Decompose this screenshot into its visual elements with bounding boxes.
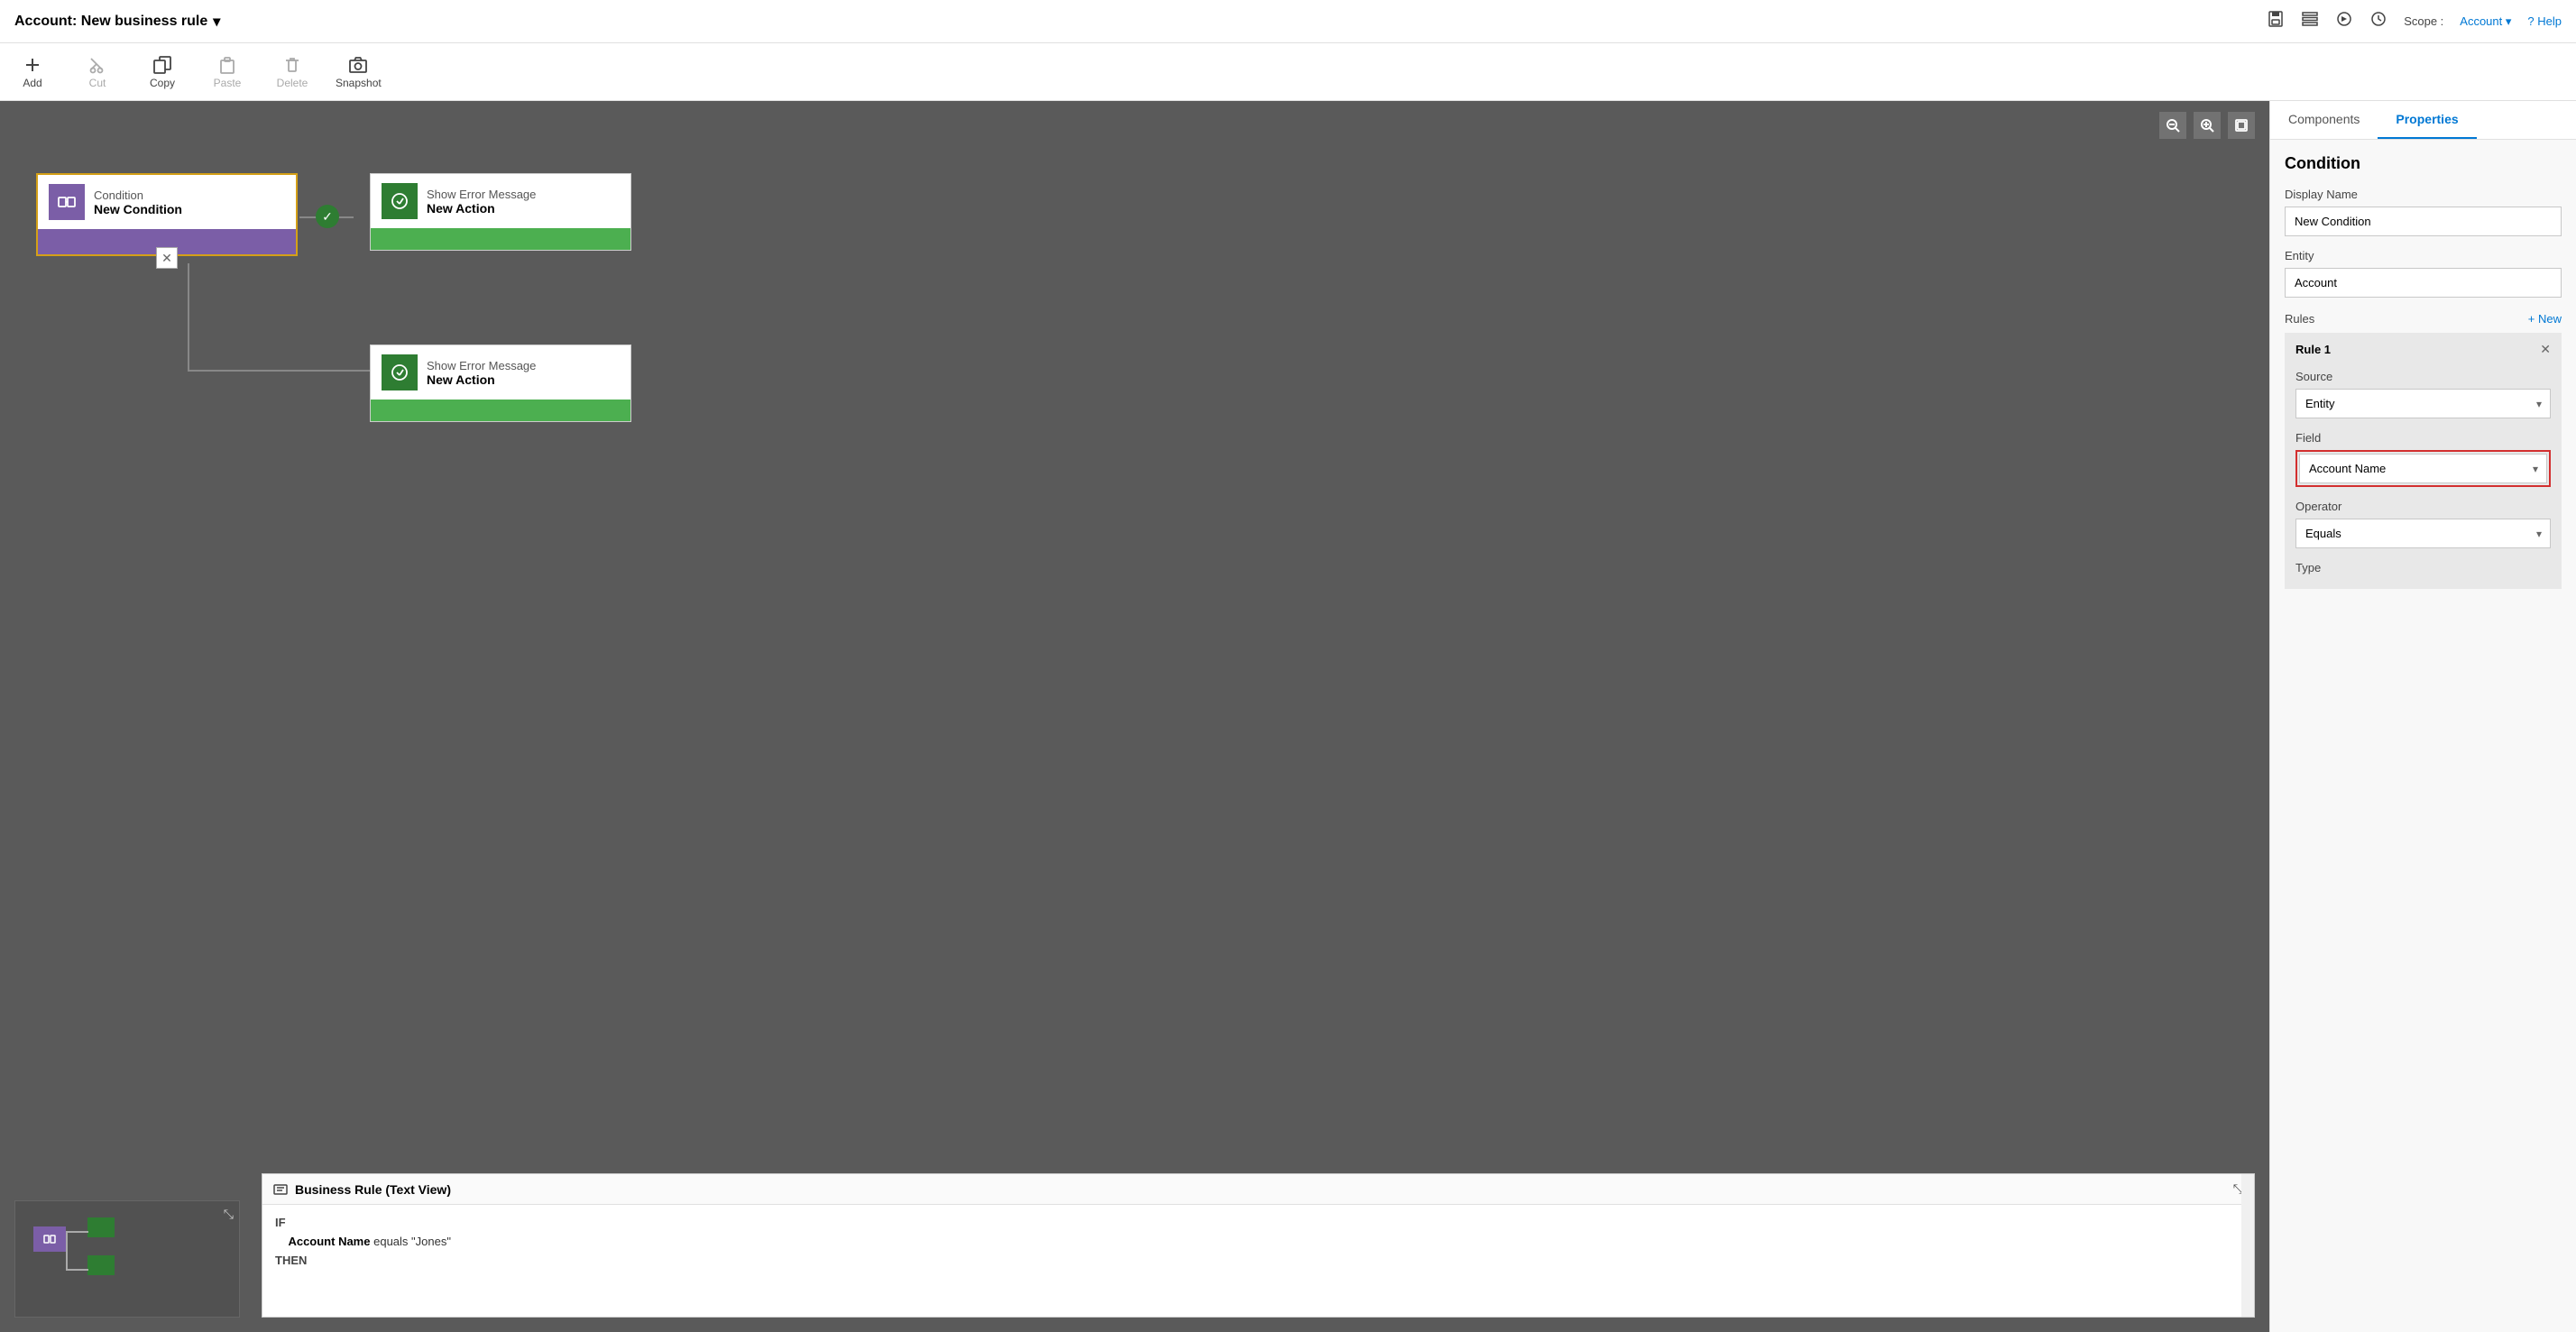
action-false-bar [371,400,630,421]
mini-action-false-node [87,1255,115,1275]
connector-true: ✓ [299,216,354,218]
snapshot-label: Snapshot [336,77,382,89]
operator-select[interactable]: Equals [2295,519,2551,548]
delete-button[interactable]: Delete [271,55,314,89]
rules-header: Rules + New [2285,312,2562,326]
snapshot-button[interactable]: Snapshot [336,55,382,89]
text-view-scrollbar[interactable] [2241,1174,2254,1317]
entity-input[interactable] [2285,268,2562,298]
condition-delete-button[interactable]: ✕ [156,247,178,269]
title-bar: Account: New business rule ▾ [0,0,2576,43]
text-view-body: IF Account Name equals "Jones" THEN [262,1205,2254,1279]
text-view-icon [273,1182,288,1197]
title-left: Account: New business rule ▾ [14,13,220,31]
action-true-node[interactable]: Show Error Message New Action [370,173,631,251]
operator-select-wrapper: Equals ▾ [2295,519,2551,548]
fit-view-button[interactable] [2228,112,2255,139]
action-true-icon [382,183,418,219]
new-rule-link[interactable]: + New [2528,312,2562,326]
then-keyword: THEN [275,1254,307,1267]
field-select-wrapper: Account Name ▾ [2295,450,2551,487]
condition-node[interactable]: Condition New Condition ✕ [36,173,298,256]
cut-button[interactable]: Cut [76,55,119,89]
entity-label: Entity [2285,249,2562,262]
condition-text: Account Name [288,1235,370,1248]
paste-button[interactable]: Paste [206,55,249,89]
display-name-input[interactable] [2285,207,2562,236]
add-label: Add [23,77,41,89]
save-icon[interactable] [2267,10,2285,32]
text-view-title: Business Rule (Text View) [273,1182,451,1197]
panel-section-title: Condition [2285,154,2562,173]
condition-icon [49,184,85,220]
text-view-header: Business Rule (Text View) ⤡ [262,1174,2254,1205]
scope-label: Scope : [2404,14,2443,28]
field-label: Field [2295,431,2551,445]
delete-label: Delete [277,77,308,89]
mini-expand-button[interactable]: ⤡ [224,1207,234,1222]
mini-action-true-node [87,1217,115,1237]
source-select-wrapper: Entity ▾ [2295,389,2551,418]
action-false-top: Show Error Message New Action [371,345,630,400]
history-icon[interactable] [2369,10,2387,32]
action-true-name: New Action [427,201,536,216]
action-true-top: Show Error Message New Action [371,174,630,228]
if-keyword: IF [275,1216,286,1229]
main-layout: Condition New Condition ✕ ✓ [0,101,2576,1332]
action-false-icon [382,354,418,390]
zoom-in-button[interactable] [2194,112,2221,139]
panel-body: Condition Display Name Entity Rules + Ne… [2270,140,2576,1332]
condition-node-top: Condition New Condition [38,175,296,229]
true-check-badge: ✓ [316,205,339,228]
page-title: Account: New business rule [14,14,207,30]
action-false-node[interactable]: Show Error Message New Action [370,344,631,422]
properties-icon[interactable] [2301,10,2319,32]
help-link[interactable]: ? Help [2527,14,2562,28]
connector-vertical [188,263,189,372]
tab-properties[interactable]: Properties [2378,101,2476,139]
copy-button[interactable]: Copy [141,55,184,89]
mini-map: ⤡ [14,1200,240,1318]
rule-close-button[interactable]: ✕ [2540,342,2551,357]
cut-label: Cut [89,77,106,89]
mini-condition-node [33,1226,66,1252]
condition-type-label: Condition [94,188,182,202]
copy-label: Copy [150,77,175,89]
right-panel: Components Properties Condition Display … [2269,101,2576,1332]
canvas-area[interactable]: Condition New Condition ✕ ✓ [0,101,2269,1332]
type-label: Type [2295,561,2551,574]
rule-card-header: Rule 1 ✕ [2295,342,2551,357]
rule-card-title: Rule 1 [2295,343,2331,356]
canvas-controls [2159,112,2255,139]
panel-tabs: Components Properties [2270,101,2576,140]
field-select[interactable]: Account Name [2299,454,2547,483]
action-false-type: Show Error Message [427,359,536,372]
tab-components[interactable]: Components [2270,101,2378,139]
connector-horizontal [188,370,388,372]
title-dropdown-icon[interactable]: ▾ [213,13,220,31]
action-true-type: Show Error Message [427,188,536,201]
source-label: Source [2295,370,2551,383]
activate-icon[interactable] [2335,10,2353,32]
condition-name: New Condition [94,202,182,216]
action-true-bar [371,228,630,250]
zoom-out-button[interactable] [2159,112,2186,139]
rules-label: Rules [2285,312,2314,326]
field-select-inner-wrapper: Account Name ▾ [2299,454,2547,483]
text-view-panel: Business Rule (Text View) ⤡ IF Account N… [262,1173,2255,1318]
source-select[interactable]: Entity [2295,389,2551,418]
operator-label: Operator [2295,500,2551,513]
rule-card-1: Rule 1 ✕ Source Entity ▾ Field Accou [2285,333,2562,589]
add-button[interactable]: Add [11,55,54,89]
paste-label: Paste [214,77,242,89]
action-false-name: New Action [427,372,536,387]
display-name-label: Display Name [2285,188,2562,201]
title-right: Scope : Account ▾ ? Help [2267,10,2562,32]
scope-value[interactable]: Account ▾ [2460,14,2511,29]
toolbar: Add Cut Copy Paste Delete [0,43,2576,101]
